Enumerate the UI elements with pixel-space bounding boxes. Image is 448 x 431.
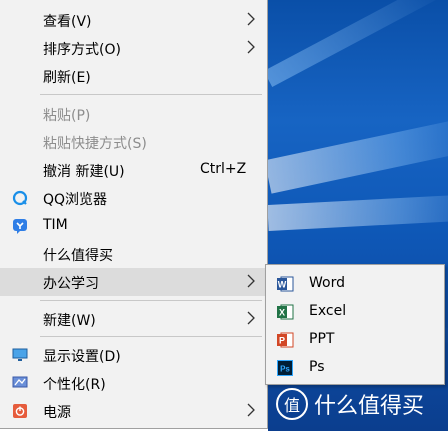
photoshop-icon: Ps — [277, 360, 293, 376]
chevron-right-icon — [247, 311, 255, 325]
watermark-text: 什么值得买 — [314, 394, 425, 419]
svg-text:P: P — [279, 336, 285, 346]
submenu-item-excel[interactable]: X Excel — [266, 298, 444, 326]
menu-item-tim[interactable]: TIM — [0, 212, 266, 240]
menu-item-paste: 粘贴(P) — [43, 108, 91, 124]
menu-item-office-study[interactable]: 办公学习 — [0, 268, 266, 296]
watermark-badge: 值 — [276, 388, 308, 420]
desktop-context-menu: 查看(V) 排序方式(O) 刷新(E) 粘贴(P) 粘贴快捷方式(S) 撤消 新… — [0, 0, 268, 429]
qq-browser-icon — [12, 190, 28, 206]
shortcut-label: Ctrl+Z — [200, 161, 247, 177]
chevron-right-icon — [247, 403, 255, 417]
menu-separator — [40, 94, 262, 95]
submenu-item-ps[interactable]: Ps Ps — [266, 354, 444, 382]
chevron-right-icon — [247, 12, 255, 26]
menu-separator — [40, 336, 262, 337]
svg-text:W: W — [278, 280, 287, 290]
light-beam — [268, 193, 448, 231]
submenu-item-ppt[interactable]: P PPT — [266, 326, 444, 354]
smzdm-watermark: 值 什么值得买 — [276, 388, 448, 420]
submenu-item-word[interactable]: W Word — [266, 270, 444, 298]
powerpoint-icon: P — [277, 332, 294, 348]
chevron-right-icon — [247, 274, 255, 288]
personalize-icon — [12, 376, 28, 388]
svg-text:X: X — [279, 308, 285, 318]
menu-item-qq-browser[interactable]: QQ浏览器 — [0, 184, 266, 212]
menu-item-refresh[interactable]: 刷新(E) — [0, 62, 266, 90]
svg-text:Ps: Ps — [280, 365, 290, 374]
menu-item-paste-shortcut: 粘贴快捷方式(S) — [43, 136, 147, 152]
menu-item-new[interactable]: 新建(W) — [0, 305, 266, 333]
tim-icon — [13, 219, 27, 234]
excel-icon: X — [277, 304, 294, 320]
menu-item-personalize[interactable]: 个性化(R) — [0, 369, 266, 397]
display-settings-icon — [12, 348, 28, 361]
word-icon: W — [277, 276, 294, 292]
menu-item-smzdm[interactable]: 什么值得买 — [0, 240, 266, 268]
menu-item-power[interactable]: 电源 — [0, 397, 266, 425]
menu-item-sort-by[interactable]: 排序方式(O) — [0, 34, 266, 62]
menu-item-view[interactable]: 查看(V) — [0, 6, 266, 34]
chevron-right-icon — [247, 40, 255, 54]
office-study-submenu: W Word X Excel P PPT Ps Ps — [265, 264, 445, 385]
light-beam — [268, 0, 448, 87]
menu-item-display-settings[interactable]: 显示设置(D) — [0, 341, 266, 369]
menu-separator — [40, 300, 262, 301]
menu-item-undo-new[interactable]: 撤消 新建(U) Ctrl+Z — [0, 156, 266, 184]
power-icon — [13, 404, 27, 418]
light-beam — [268, 114, 448, 194]
